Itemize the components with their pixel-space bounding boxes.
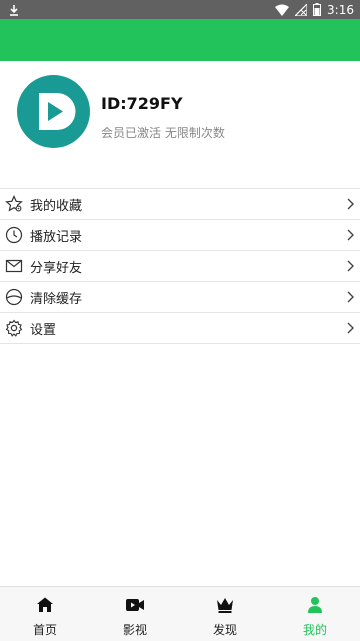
menu-label-history: 播放记录 bbox=[30, 229, 83, 245]
gear-icon bbox=[5, 319, 23, 337]
nav-item-home[interactable]: 首页 bbox=[0, 587, 90, 641]
wifi-icon bbox=[275, 4, 290, 16]
battery-icon bbox=[313, 3, 322, 16]
mail-icon bbox=[5, 257, 23, 275]
avatar[interactable] bbox=[17, 75, 90, 148]
menu-label-share: 分享好友 bbox=[30, 260, 83, 276]
crown-icon bbox=[215, 595, 235, 615]
menu-item-history[interactable]: 播放记录 bbox=[0, 220, 360, 251]
clock-icon bbox=[5, 226, 23, 244]
nav-item-mine[interactable]: 我的 bbox=[270, 587, 360, 641]
menu-item-settings[interactable]: 设置 bbox=[0, 313, 360, 344]
download-icon bbox=[8, 4, 20, 16]
menu-list: 我的收藏 播放记录 分享好友 清除缓存 设置 bbox=[0, 188, 360, 344]
menu-item-clear-cache[interactable]: 清除缓存 bbox=[0, 282, 360, 313]
nav-item-video[interactable]: 影视 bbox=[90, 587, 180, 641]
chevron-right-icon bbox=[346, 196, 356, 212]
profile-section: ID:729FY 会员已激活 无限制次数 bbox=[0, 61, 360, 188]
home-icon bbox=[35, 595, 55, 615]
chevron-right-icon bbox=[346, 320, 356, 336]
menu-label-settings: 设置 bbox=[30, 322, 57, 338]
app-header bbox=[0, 19, 360, 61]
user-id: ID:729FY bbox=[101, 94, 183, 113]
bottom-nav: 首页 影视 发现 我的 bbox=[0, 586, 360, 641]
nav-item-discover[interactable]: 发现 bbox=[180, 587, 270, 641]
menu-item-favorites[interactable]: 我的收藏 bbox=[0, 189, 360, 220]
no-sim-icon bbox=[295, 3, 308, 16]
favorites-settings-icon bbox=[5, 195, 23, 213]
video-icon bbox=[125, 595, 145, 615]
menu-label-clear-cache: 清除缓存 bbox=[30, 291, 83, 307]
chevron-right-icon bbox=[346, 227, 356, 243]
chevron-right-icon bbox=[346, 289, 356, 305]
chevron-right-icon bbox=[346, 258, 356, 274]
nav-label-home: 首页 bbox=[32, 623, 57, 637]
person-icon bbox=[305, 595, 325, 615]
member-status: 会员已激活 无限制次数 bbox=[101, 126, 225, 140]
clear-cache-icon bbox=[5, 288, 23, 306]
nav-label-discover: 发现 bbox=[212, 623, 237, 637]
app-logo-icon bbox=[39, 93, 76, 130]
menu-label-favorites: 我的收藏 bbox=[30, 198, 83, 214]
status-bar: 3:16 bbox=[0, 0, 360, 19]
nav-label-mine: 我的 bbox=[302, 623, 327, 637]
nav-label-video: 影视 bbox=[122, 623, 147, 637]
status-time: 3:16 bbox=[327, 2, 354, 17]
menu-item-share[interactable]: 分享好友 bbox=[0, 251, 360, 282]
